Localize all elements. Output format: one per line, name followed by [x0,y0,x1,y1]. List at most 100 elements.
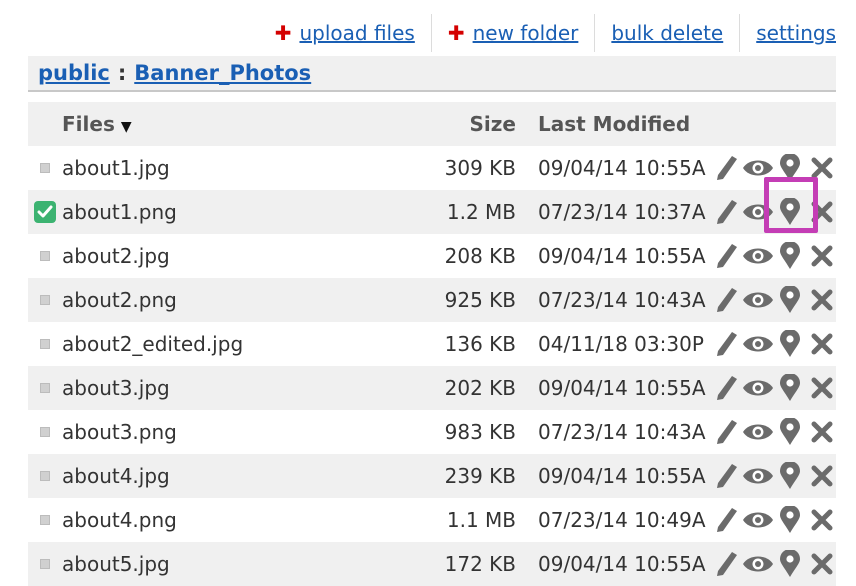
toolbar: ✚ upload files ✚ new folder bulk delete … [259,14,836,52]
edit-button[interactable] [712,198,740,226]
file-name[interactable]: about4.png [62,508,362,532]
row-actions [712,278,836,322]
table-row[interactable]: about1.png 1.2 MB 07/23/14 10:37A [28,190,836,234]
sort-down-icon: ▼ [120,119,132,135]
bulk-delete-link[interactable]: bulk delete [611,21,723,45]
row-checkbox[interactable] [28,295,62,305]
breadcrumb-current[interactable]: Banner_Photos [134,61,311,85]
locate-button[interactable] [776,550,804,578]
locate-button[interactable] [776,506,804,534]
delete-button[interactable] [808,330,836,358]
table-row[interactable]: about4.png 1.1 MB 07/23/14 10:49A [28,498,836,542]
table-row[interactable]: about5.jpg 172 KB 09/04/14 10:55A [28,542,836,586]
row-actions [712,454,836,498]
locate-button[interactable] [776,286,804,314]
view-button[interactable] [743,550,773,578]
view-button[interactable] [742,154,774,182]
pencil-icon [714,287,738,313]
file-name[interactable]: about1.jpg [62,156,362,180]
edit-button[interactable] [712,286,740,314]
upload-files-link[interactable]: upload files [299,21,414,45]
table-row[interactable]: about2.jpg 208 KB 09/04/14 10:55A [28,234,836,278]
table-row[interactable]: about2_edited.jpg 136 KB 04/11/18 03:30P [28,322,836,366]
file-modified: 09/04/14 10:55A [538,156,706,180]
row-actions [712,542,836,586]
view-button[interactable] [742,374,774,402]
delete-button[interactable] [808,462,836,490]
edit-button[interactable] [712,242,740,270]
edit-button[interactable] [712,506,740,534]
close-icon [811,201,833,223]
delete-button[interactable] [808,198,836,226]
view-button[interactable] [743,198,773,226]
file-name[interactable]: about3.png [62,420,362,444]
locate-button[interactable] [776,198,804,226]
table-row[interactable]: about3.jpg 202 KB 09/04/14 10:55A [28,366,836,410]
row-checkbox[interactable] [28,163,62,173]
edit-button[interactable] [712,374,740,402]
table-row[interactable]: about1.jpg 309 KB 09/04/14 10:55A [28,146,836,190]
edit-button[interactable] [712,330,740,358]
edit-button[interactable] [712,418,740,446]
locate-button[interactable] [776,242,804,270]
delete-button[interactable] [808,506,836,534]
file-name[interactable]: about2_edited.jpg [62,332,362,356]
breadcrumb-separator: : [117,61,127,85]
view-button[interactable] [743,242,773,270]
delete-button[interactable] [808,374,836,402]
file-name[interactable]: about2.png [62,288,362,312]
file-modified: 07/23/14 10:43A [538,420,706,444]
row-checkbox[interactable] [28,427,62,437]
row-checkbox[interactable] [28,559,62,569]
table-row[interactable]: about3.png 983 KB 07/23/14 10:43A [28,410,836,454]
locate-button[interactable] [776,330,804,358]
locate-button[interactable] [776,374,804,402]
row-checkbox[interactable] [28,515,62,525]
settings-link[interactable]: settings [756,21,836,45]
delete-button[interactable] [808,418,836,446]
view-button[interactable] [742,418,774,446]
view-button[interactable] [743,286,773,314]
files-column-header[interactable]: Files ▼ [62,112,362,136]
locate-button[interactable] [776,418,804,446]
file-name[interactable]: about1.png [62,200,362,224]
view-button[interactable] [743,330,773,358]
locate-button[interactable] [776,462,804,490]
new-folder-link[interactable]: new folder [473,21,579,45]
eye-icon [742,421,774,443]
edit-button[interactable] [712,550,740,578]
table-row[interactable]: about2.png 925 KB 07/23/14 10:43A [28,278,836,322]
row-actions [712,190,836,234]
row-checkbox[interactable] [28,383,62,393]
delete-button[interactable] [808,286,836,314]
file-modified: 09/04/14 10:55A [538,376,706,400]
modified-column-header[interactable]: Last Modified [516,112,738,136]
eye-icon [742,157,774,179]
row-checkbox[interactable] [28,471,62,481]
file-size: 309 KB [444,156,516,180]
file-name[interactable]: about4.jpg [62,464,362,488]
table-row[interactable]: about4.jpg 239 KB 09/04/14 10:55A [28,454,836,498]
locate-button[interactable] [776,154,804,182]
eye-icon [742,377,774,399]
delete-button[interactable] [808,550,836,578]
map-pin-icon [779,286,801,314]
delete-button[interactable] [808,154,836,182]
size-column-header[interactable]: Size [362,112,516,136]
file-name[interactable]: about3.jpg [62,376,362,400]
file-name[interactable]: about5.jpg [62,552,362,576]
view-button[interactable] [743,506,773,534]
view-button[interactable] [743,462,773,490]
row-checkbox[interactable] [28,339,62,349]
file-name[interactable]: about2.jpg [62,244,362,268]
close-icon [811,377,833,399]
edit-button[interactable] [712,462,740,490]
breadcrumb-root[interactable]: public [38,61,110,85]
close-icon [811,553,833,575]
row-checkbox-checked[interactable] [28,201,62,223]
edit-button[interactable] [712,154,740,182]
row-checkbox[interactable] [28,251,62,261]
delete-button[interactable] [808,242,836,270]
file-table: Files ▼ Size Last Modified about1.jpg 309 … [28,102,836,586]
file-size: 172 KB [444,552,516,576]
